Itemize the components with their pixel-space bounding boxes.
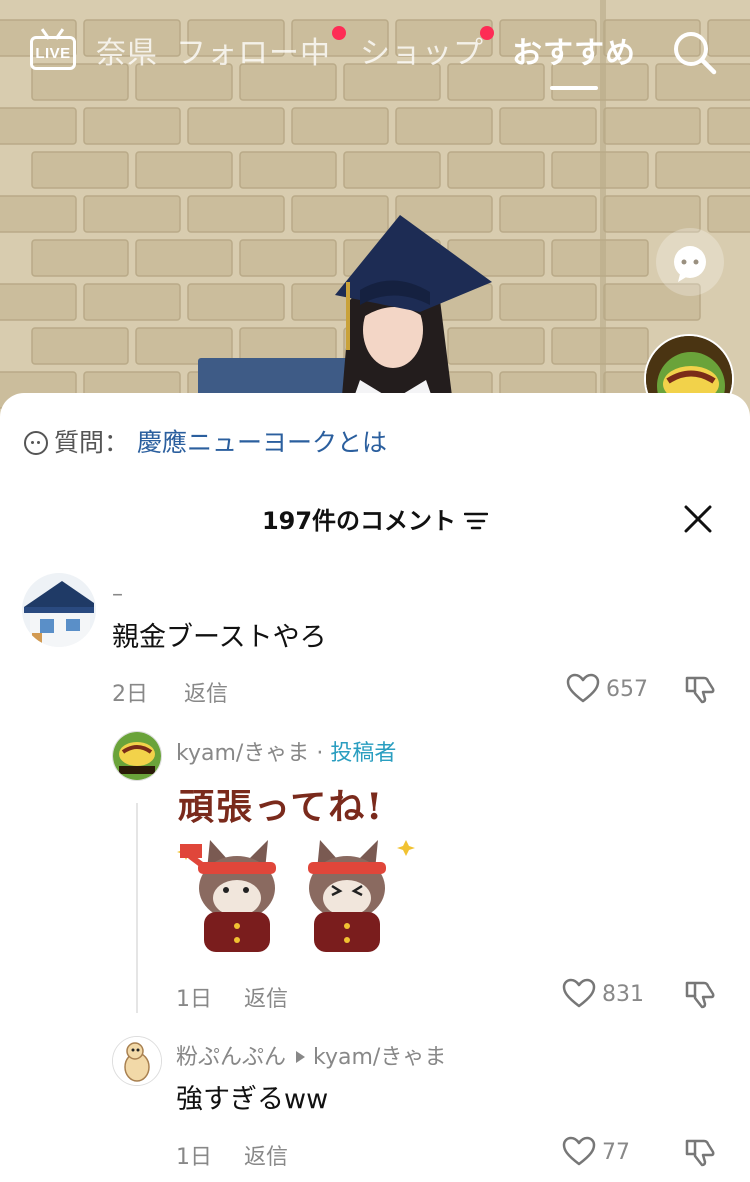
house-avatar-image — [22, 573, 96, 647]
tab-region[interactable]: 奈県 — [96, 28, 158, 72]
reply-age: 1日 — [176, 1145, 212, 1170]
tab-following[interactable]: フォロー中 — [176, 28, 331, 72]
shop-badge — [480, 26, 494, 40]
reply-text: 強すぎるww — [176, 1084, 329, 1115]
like-button[interactable]: 77 — [562, 1136, 630, 1166]
question-banner[interactable]: 質問： 慶應ニューヨークとは — [24, 423, 387, 459]
like-button[interactable]: 831 — [562, 978, 644, 1008]
like-count: 831 — [602, 982, 644, 1007]
like-count: 657 — [606, 677, 648, 702]
top-navigation-bar: LIVE 奈県 フォロー中 ショップ おすすめ — [0, 0, 750, 110]
reply-username[interactable]: 粉ぷんぷん — [176, 1045, 286, 1070]
chat-bubble-button[interactable] — [656, 228, 724, 296]
heart-icon — [562, 978, 596, 1008]
character-avatar-image — [113, 1037, 161, 1085]
search-icon[interactable] — [670, 28, 720, 78]
dislike-icon[interactable] — [684, 1136, 716, 1168]
name-separator: · — [316, 741, 324, 766]
question-link[interactable]: 慶應ニューヨークとは — [137, 428, 387, 457]
reply-age: 1日 — [176, 987, 212, 1012]
reply-button[interactable]: 返信 — [184, 676, 228, 708]
heart-icon — [566, 673, 600, 703]
comment-count-header: 197件のコメント — [0, 501, 750, 536]
like-button[interactable]: 657 — [566, 673, 648, 703]
live-icon[interactable]: LIVE — [30, 28, 80, 72]
question-icon — [24, 431, 48, 455]
reply-button[interactable]: 返信 — [244, 981, 288, 1013]
active-tab-indicator — [550, 86, 598, 90]
like-count: 77 — [602, 1140, 630, 1165]
comment-age: 2日 — [112, 682, 148, 707]
reply-username-row: 粉ぷんぷん kyam/きゃま — [176, 1039, 446, 1071]
comment-username[interactable]: – — [112, 582, 123, 607]
comment-count: 197件のコメント — [261, 507, 457, 535]
close-icon[interactable] — [682, 503, 714, 535]
live-label: LIVE — [30, 36, 76, 70]
reply-username[interactable]: kyam/きゃま — [176, 741, 309, 766]
reply-username-row: kyam/きゃま · 投稿者 — [176, 735, 396, 767]
cat-cheer-sticker — [177, 840, 415, 952]
author-badge: 投稿者 — [330, 741, 397, 766]
heart-icon — [562, 1136, 596, 1166]
sticker-image[interactable]: 頑張ってね! — [170, 778, 430, 958]
dislike-icon[interactable] — [684, 673, 716, 705]
commenter-avatar[interactable] — [22, 573, 96, 647]
replier-avatar[interactable] — [112, 1036, 162, 1086]
comment-text: 親金ブーストやろ — [112, 622, 327, 653]
comments-sheet: 質問： 慶應ニューヨークとは 197件のコメント – 親金ブーストやろ 2日 返信… — [0, 393, 750, 1182]
reply-button[interactable]: 返信 — [244, 1139, 288, 1171]
question-label: 質問： — [54, 428, 130, 457]
author-avatar[interactable] — [112, 731, 162, 781]
noodle-avatar-image — [113, 732, 161, 780]
video-background[interactable]: LIVE 奈県 フォロー中 ショップ おすすめ — [0, 0, 750, 420]
reply-to-arrow-icon — [296, 1051, 306, 1063]
following-badge — [332, 26, 346, 40]
chat-bubble-icon — [674, 246, 706, 282]
dislike-icon[interactable] — [684, 978, 716, 1010]
tab-shop[interactable]: ショップ — [360, 28, 484, 72]
tab-for-you[interactable]: おすすめ — [512, 28, 636, 72]
sort-filter-icon[interactable] — [464, 512, 489, 530]
thread-line — [136, 803, 138, 1013]
reply-to-username[interactable]: kyam/きゃま — [313, 1045, 446, 1070]
